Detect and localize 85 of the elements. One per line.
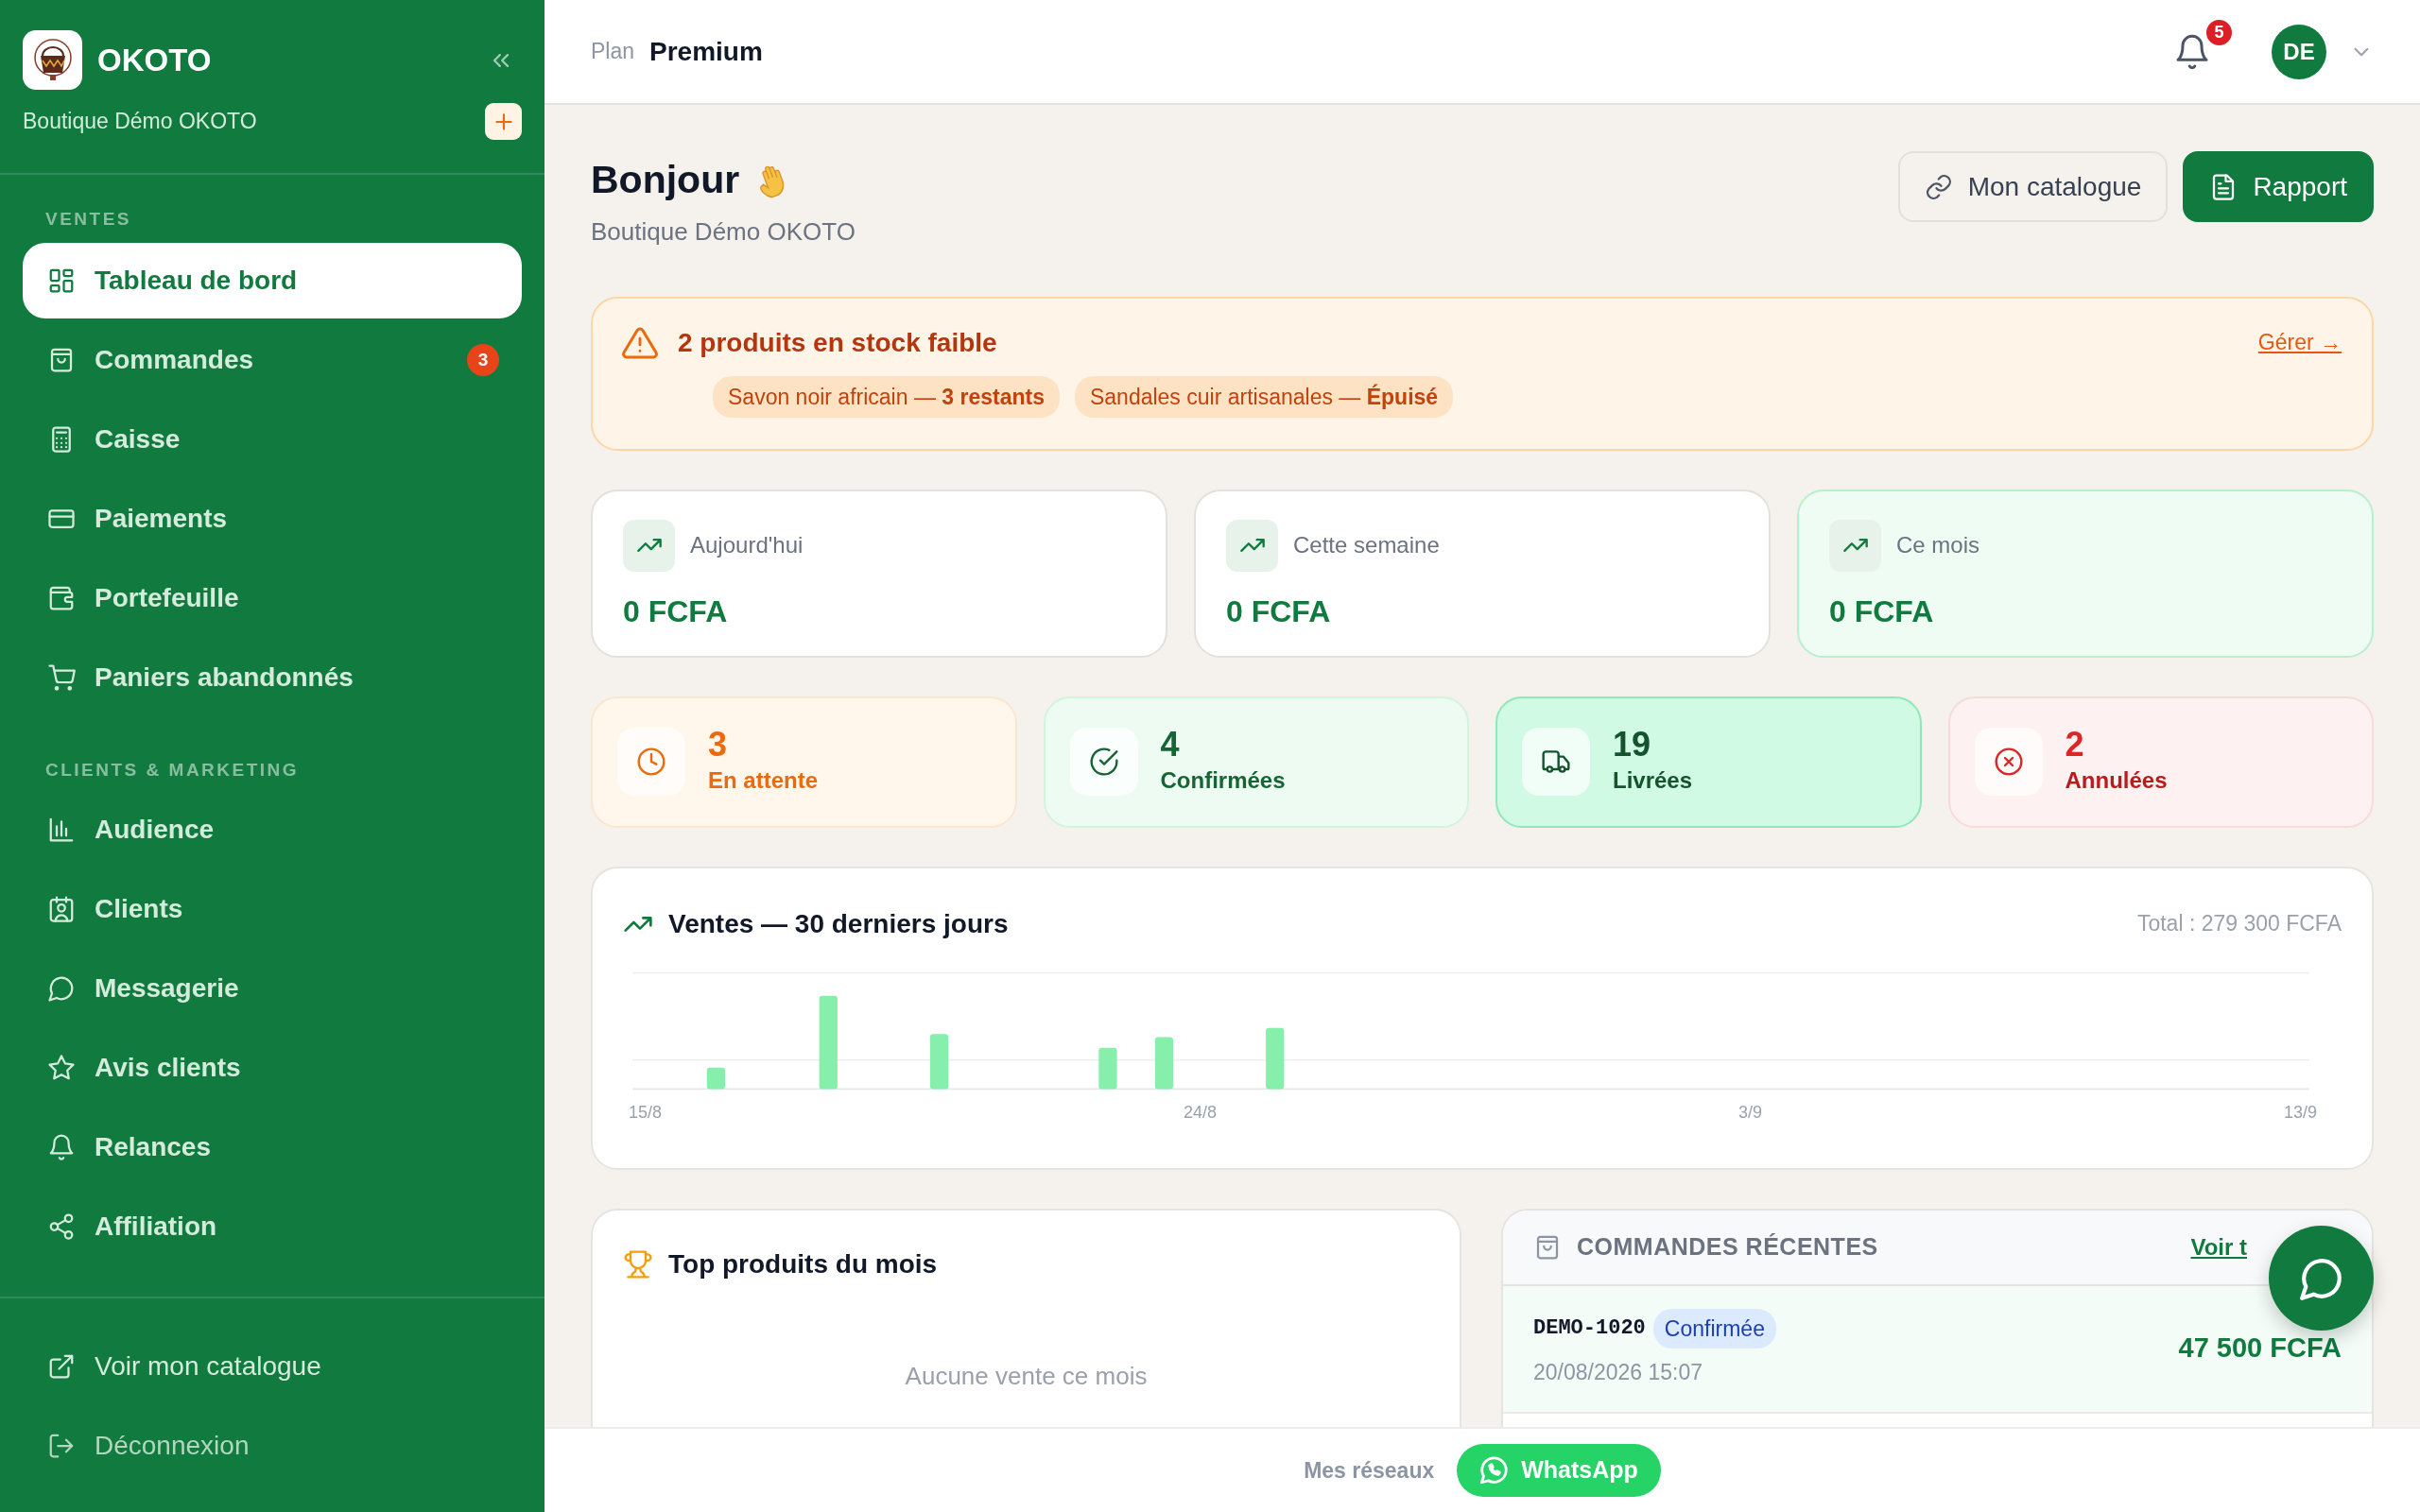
user-avatar[interactable]: DE xyxy=(2272,24,2326,79)
clock-icon xyxy=(636,747,666,777)
revenue-value: 0 FCFA xyxy=(623,593,729,630)
sidebar-item[interactable]: Audience xyxy=(23,792,522,868)
plan-name: Premium xyxy=(649,35,763,68)
card-title: COMMANDES RÉCENTES xyxy=(1577,1231,1878,1262)
status-count: 2 xyxy=(2065,726,2085,764)
bell-icon xyxy=(47,1133,76,1161)
logout-link[interactable]: Déconnexion xyxy=(23,1406,522,1486)
brand-name: OKOTO xyxy=(97,41,212,79)
add-button[interactable] xyxy=(485,103,522,140)
sidebar-item[interactable]: Tableau de bord xyxy=(23,243,522,318)
bar-chart-icon xyxy=(47,816,76,844)
chart-total: Total : 279 300 FCFA xyxy=(2136,910,2342,938)
sidebar-item[interactable]: Paiements xyxy=(23,481,522,557)
axis-label: 13/9 xyxy=(2283,1101,2317,1124)
manage-link[interactable]: Gérer → xyxy=(2257,326,2342,359)
chart-bar xyxy=(1154,1036,1174,1089)
status-count: 3 xyxy=(708,726,729,764)
basket-logo xyxy=(23,30,82,90)
order-date: 20/08/2026 15:07 xyxy=(1533,1359,1704,1386)
shop-name: Boutique Démo OKOTO xyxy=(23,108,257,136)
shop-subtitle: Boutique Démo OKOTO xyxy=(591,215,856,248)
revenue-value: 0 FCFA xyxy=(1226,593,1332,630)
notification-badge: 5 xyxy=(2204,17,2234,47)
card-title: Top produits du mois xyxy=(668,1247,938,1280)
chart-title: Ventes — 30 derniers jours xyxy=(668,907,1009,940)
networks-label: Mes réseaux xyxy=(1304,1456,1435,1485)
report-button[interactable]: Rapport xyxy=(2183,151,2374,222)
sidebar-item[interactable]: Affiliation xyxy=(23,1189,522,1264)
chat-bubble-icon xyxy=(47,974,76,1003)
sidebar-item[interactable]: Messagerie xyxy=(23,951,522,1026)
axis-label: 24/8 xyxy=(1184,1101,1218,1124)
sidebar-item[interactable]: Clients xyxy=(23,871,522,947)
catalogue-link[interactable]: Voir mon catalogue xyxy=(23,1327,522,1406)
alert-title: 2 produits en stock faible xyxy=(678,326,997,359)
view-all-link[interactable]: Voir t xyxy=(2190,1229,2247,1264)
sidebar-item[interactable]: Paniers abandonnés xyxy=(23,640,522,715)
revenue-value: 0 FCFA xyxy=(1829,593,1935,630)
sidebar-item[interactable]: Relances xyxy=(23,1109,522,1185)
period-label: Ce mois xyxy=(1896,531,1980,559)
cart-icon xyxy=(47,663,76,692)
phone-bubble-icon xyxy=(1478,1454,1511,1486)
sidebar-item[interactable]: Avis clients xyxy=(23,1030,522,1106)
section-label: VENTES xyxy=(44,208,133,231)
star-icon xyxy=(47,1054,76,1082)
x-circle-icon xyxy=(1993,747,2024,777)
logout-icon xyxy=(47,1432,76,1460)
chart-bar xyxy=(1098,1047,1117,1089)
chart-bar xyxy=(706,1067,725,1089)
period-label: Aujourd'hui xyxy=(690,531,804,559)
plan-label: Plan xyxy=(591,38,635,66)
empty-message: Aucune vente ce mois xyxy=(905,1361,1148,1390)
order-row[interactable]: DEMO-1020 Confirmée 20/08/2026 15:07 47 500 FCFA xyxy=(1503,1285,2372,1414)
stock-chip: Sandales cuir artisanales — Épuisé xyxy=(1074,375,1454,418)
check-circle-icon xyxy=(1088,747,1119,777)
greeting-title: Bonjour xyxy=(591,157,740,203)
catalogue-button[interactable]: Mon catalogue xyxy=(1897,151,2169,222)
section-label: CLIENTS & MARKETING xyxy=(44,759,301,782)
wallet-icon xyxy=(47,584,76,612)
trophy-icon xyxy=(623,1248,653,1280)
status-label: Confirmées xyxy=(1160,765,1286,795)
axis-label: 3/9 xyxy=(1737,1101,1762,1124)
sidebar-item[interactable]: Caisse xyxy=(23,402,522,477)
sidebar-item[interactable]: Commandes 3 xyxy=(23,322,522,398)
contact-icon xyxy=(47,895,76,923)
status-tag: Confirmée xyxy=(1652,1308,1776,1349)
stock-chip: Savon noir africain — 3 restants xyxy=(713,375,1060,418)
chart-bar xyxy=(929,1033,949,1089)
link-icon xyxy=(1924,172,1953,201)
status-label: Livrées xyxy=(1613,765,1693,795)
order-id: DEMO-1020 xyxy=(1533,1315,1646,1343)
count-badge: 3 xyxy=(467,344,499,376)
share-icon xyxy=(47,1212,76,1241)
status-label: Annulées xyxy=(2065,765,2168,795)
status-count: 19 xyxy=(1613,726,1652,764)
order-amount: 47 500 FCFA xyxy=(2178,1332,2342,1366)
sidebar-item[interactable]: Portefeuille xyxy=(23,560,522,636)
status-label: En attente xyxy=(708,765,818,795)
chart-bar xyxy=(1266,1027,1285,1089)
status-count: 4 xyxy=(1160,726,1181,764)
external-link-icon xyxy=(47,1352,76,1381)
grid-icon xyxy=(47,266,76,295)
axis-label: 15/8 xyxy=(629,1101,663,1124)
period-label: Cette semaine xyxy=(1293,531,1440,559)
